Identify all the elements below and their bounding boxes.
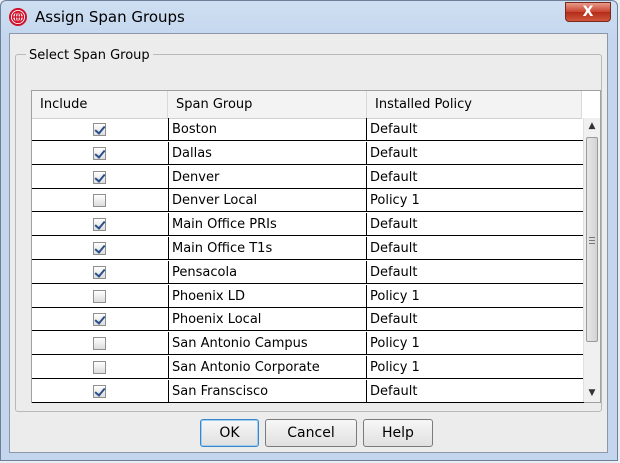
include-cell bbox=[32, 118, 169, 141]
grip-line bbox=[589, 240, 595, 241]
table-row[interactable]: Denver Default bbox=[32, 165, 584, 190]
include-cell bbox=[32, 213, 169, 237]
window-title: Assign Span Groups bbox=[35, 8, 185, 26]
include-cell bbox=[32, 379, 169, 403]
ok-button[interactable]: OK bbox=[200, 419, 259, 447]
cancel-button[interactable]: Cancel bbox=[265, 419, 357, 447]
include-checkbox[interactable] bbox=[93, 218, 106, 232]
column-header-installed-policy[interactable]: Installed Policy bbox=[367, 91, 582, 118]
include-checkbox[interactable] bbox=[93, 241, 106, 255]
chevron-up-icon[interactable]: ▲ bbox=[584, 118, 600, 135]
scrollbar-thumb[interactable] bbox=[586, 137, 598, 342]
span-group-cell: San Franscisco bbox=[169, 379, 367, 403]
include-cell bbox=[32, 236, 169, 260]
include-checkbox[interactable] bbox=[93, 337, 106, 351]
table-row[interactable]: Dallas Default bbox=[32, 141, 584, 166]
include-checkbox[interactable] bbox=[93, 265, 106, 279]
span-group-table: Include Span Group Installed Policy Bost… bbox=[31, 90, 601, 403]
include-cell bbox=[32, 165, 169, 189]
table-header: Include Span Group Installed Policy bbox=[32, 91, 582, 119]
span-group-cell: Pensacola bbox=[169, 260, 367, 284]
table-row[interactable]: Denver Local Policy 1 bbox=[32, 189, 584, 213]
globe-icon bbox=[9, 8, 27, 26]
include-cell bbox=[32, 189, 169, 213]
installed-policy-cell: Policy 1 bbox=[367, 189, 584, 213]
span-group-cell: Phoenix LD bbox=[169, 284, 367, 308]
include-checkbox[interactable] bbox=[93, 289, 106, 303]
include-cell bbox=[32, 284, 169, 308]
column-header-span-group[interactable]: Span Group bbox=[168, 91, 367, 118]
assign-span-groups-dialog: Assign Span Groups X Select Span Group I… bbox=[0, 0, 618, 461]
include-checkbox[interactable] bbox=[93, 313, 106, 327]
title-bar[interactable]: Assign Span Groups X bbox=[1, 1, 617, 33]
include-checkbox[interactable] bbox=[93, 170, 106, 184]
table-row[interactable]: San Antonio Campus Policy 1 bbox=[32, 332, 584, 356]
span-group-cell: Denver Local bbox=[169, 189, 367, 213]
include-checkbox[interactable] bbox=[93, 194, 106, 208]
grip-line bbox=[589, 237, 595, 238]
table-row[interactable]: Main Office PRIs Default bbox=[32, 213, 584, 237]
include-checkbox[interactable] bbox=[93, 384, 106, 398]
group-legend: Select Span Group bbox=[26, 48, 153, 63]
table-row[interactable]: San Antonio Corporate Policy 1 bbox=[32, 355, 584, 380]
span-group-cell: San Antonio Corporate bbox=[169, 355, 367, 379]
installed-policy-cell: Default bbox=[367, 308, 584, 332]
span-group-cell: Phoenix Local bbox=[169, 308, 367, 332]
span-group-cell: Main Office PRIs bbox=[169, 213, 367, 237]
include-checkbox[interactable] bbox=[93, 146, 106, 160]
installed-policy-cell: Default bbox=[367, 379, 584, 403]
vertical-scrollbar[interactable]: ▲ ▼ bbox=[583, 118, 600, 402]
installed-policy-cell: Policy 1 bbox=[367, 284, 584, 308]
include-cell bbox=[32, 260, 169, 284]
include-cell bbox=[32, 332, 169, 356]
installed-policy-cell: Policy 1 bbox=[367, 332, 584, 356]
help-button[interactable]: Help bbox=[363, 419, 433, 447]
table-row[interactable]: Pensacola Default bbox=[32, 260, 584, 285]
installed-policy-cell: Default bbox=[367, 118, 584, 141]
span-group-cell: Boston bbox=[169, 118, 367, 141]
installed-policy-cell: Default bbox=[367, 165, 584, 189]
close-button[interactable]: X bbox=[565, 2, 611, 22]
include-cell bbox=[32, 308, 169, 332]
span-group-cell: Dallas bbox=[169, 141, 367, 165]
table-row[interactable]: Phoenix Local Default bbox=[32, 308, 584, 332]
include-checkbox[interactable] bbox=[93, 360, 106, 374]
dialog-content: Select Span Group Include Span Group Ins… bbox=[9, 33, 608, 453]
table-body: Boston Default Dallas Default Denver Default D… bbox=[32, 118, 584, 404]
column-header-include[interactable]: Include bbox=[32, 91, 168, 118]
installed-policy-cell: Default bbox=[367, 141, 584, 165]
table-row[interactable]: Phoenix LD Policy 1 bbox=[32, 284, 584, 309]
table-row[interactable]: Main Office T1s Default bbox=[32, 236, 584, 261]
span-group-cell: San Antonio Campus bbox=[169, 332, 367, 356]
span-group-cell: Denver bbox=[169, 165, 367, 189]
include-cell bbox=[32, 355, 169, 379]
table-row[interactable]: Boston Default bbox=[32, 118, 584, 142]
installed-policy-cell: Policy 1 bbox=[367, 355, 584, 379]
installed-policy-cell: Default bbox=[367, 236, 584, 260]
table-row[interactable]: San Franscisco Default bbox=[32, 379, 584, 404]
span-group-cell: Main Office T1s bbox=[169, 236, 367, 260]
installed-policy-cell: Default bbox=[367, 260, 584, 284]
installed-policy-cell: Default bbox=[367, 213, 584, 237]
include-cell bbox=[32, 141, 169, 165]
chevron-down-icon[interactable]: ▼ bbox=[584, 385, 600, 402]
grip-line bbox=[589, 243, 595, 244]
include-checkbox[interactable] bbox=[93, 123, 106, 136]
